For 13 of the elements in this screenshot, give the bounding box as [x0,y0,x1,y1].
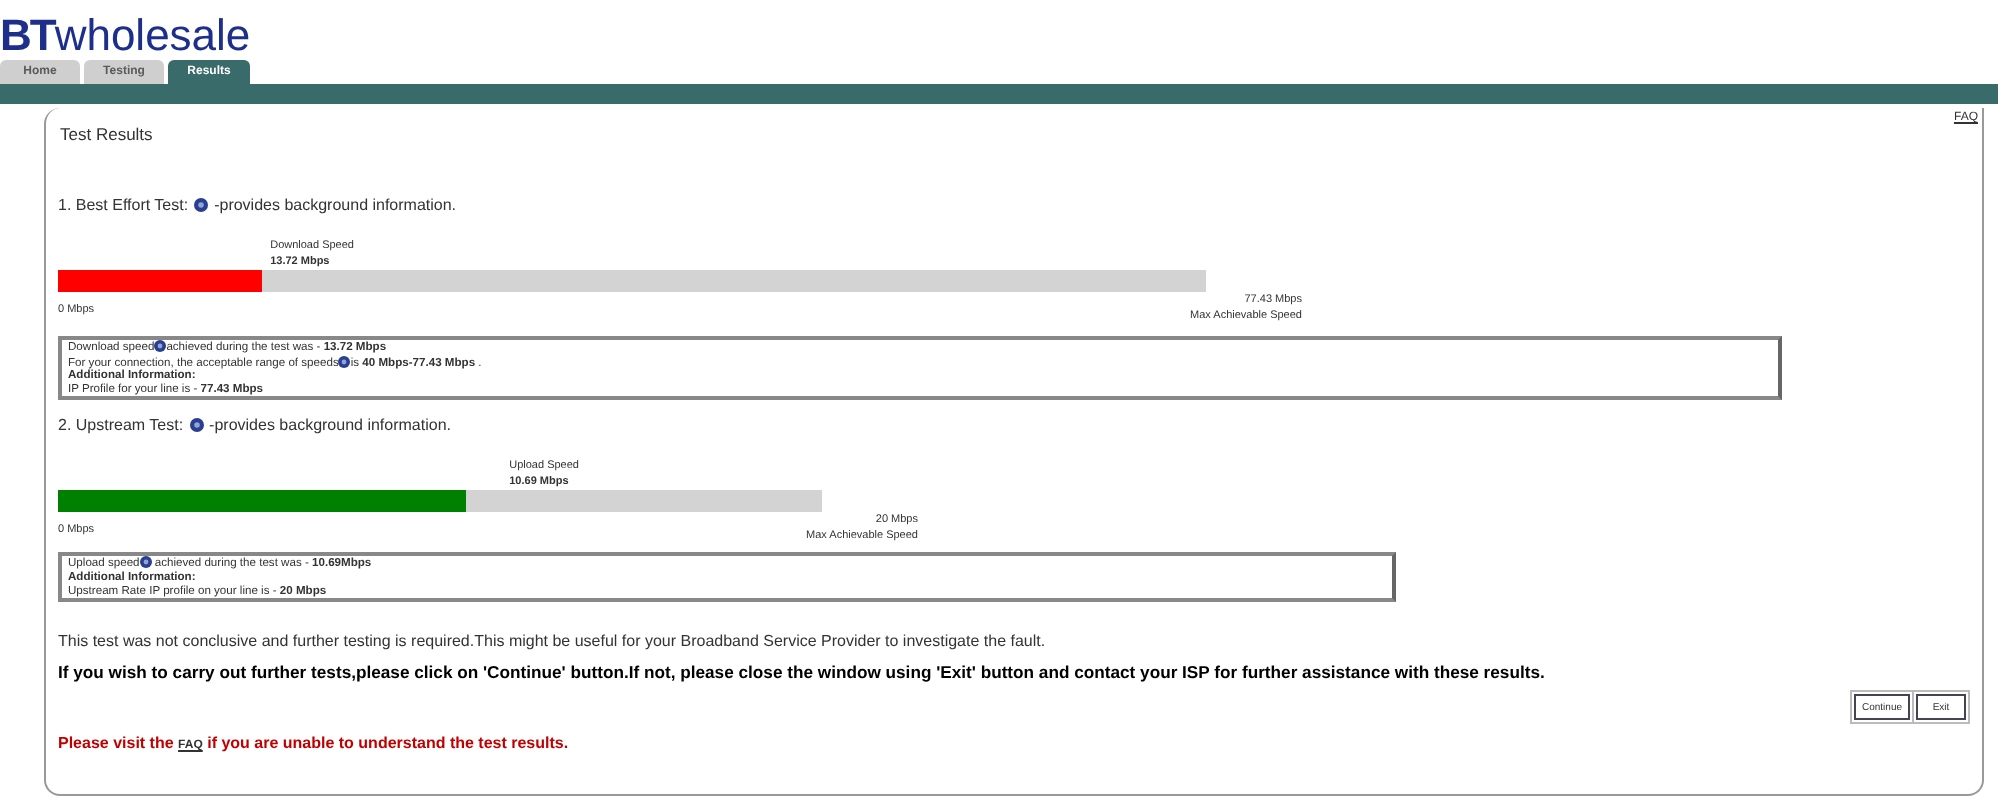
test-heading: 2. Upstream Test: [58,415,184,434]
test-heading: 1. Best Effort Test: [58,195,189,213]
help-icon[interactable] [189,417,204,432]
help-icon[interactable] [338,355,351,368]
help-icon[interactable] [194,197,209,211]
help-icon[interactable] [154,340,167,352]
conclusion-text: This test was not conclusive and further testing is required.This might be useful for your Broadband Service Provider to investigate the fault. [58,632,1048,651]
test-note: -provides background information. [214,195,457,213]
help-icon[interactable] [139,556,152,569]
panel-title: Test Results [60,124,153,144]
instruction-text: If you wish to carry out further tests,please click on 'Continue' button.If not, please close the window using 'Exit' button and contact your ISP for further assistance with these results. [58,662,1547,683]
test-note: -provides background information. [209,415,451,434]
bt-wholesale-logo: BTwholesale [0,16,251,56]
